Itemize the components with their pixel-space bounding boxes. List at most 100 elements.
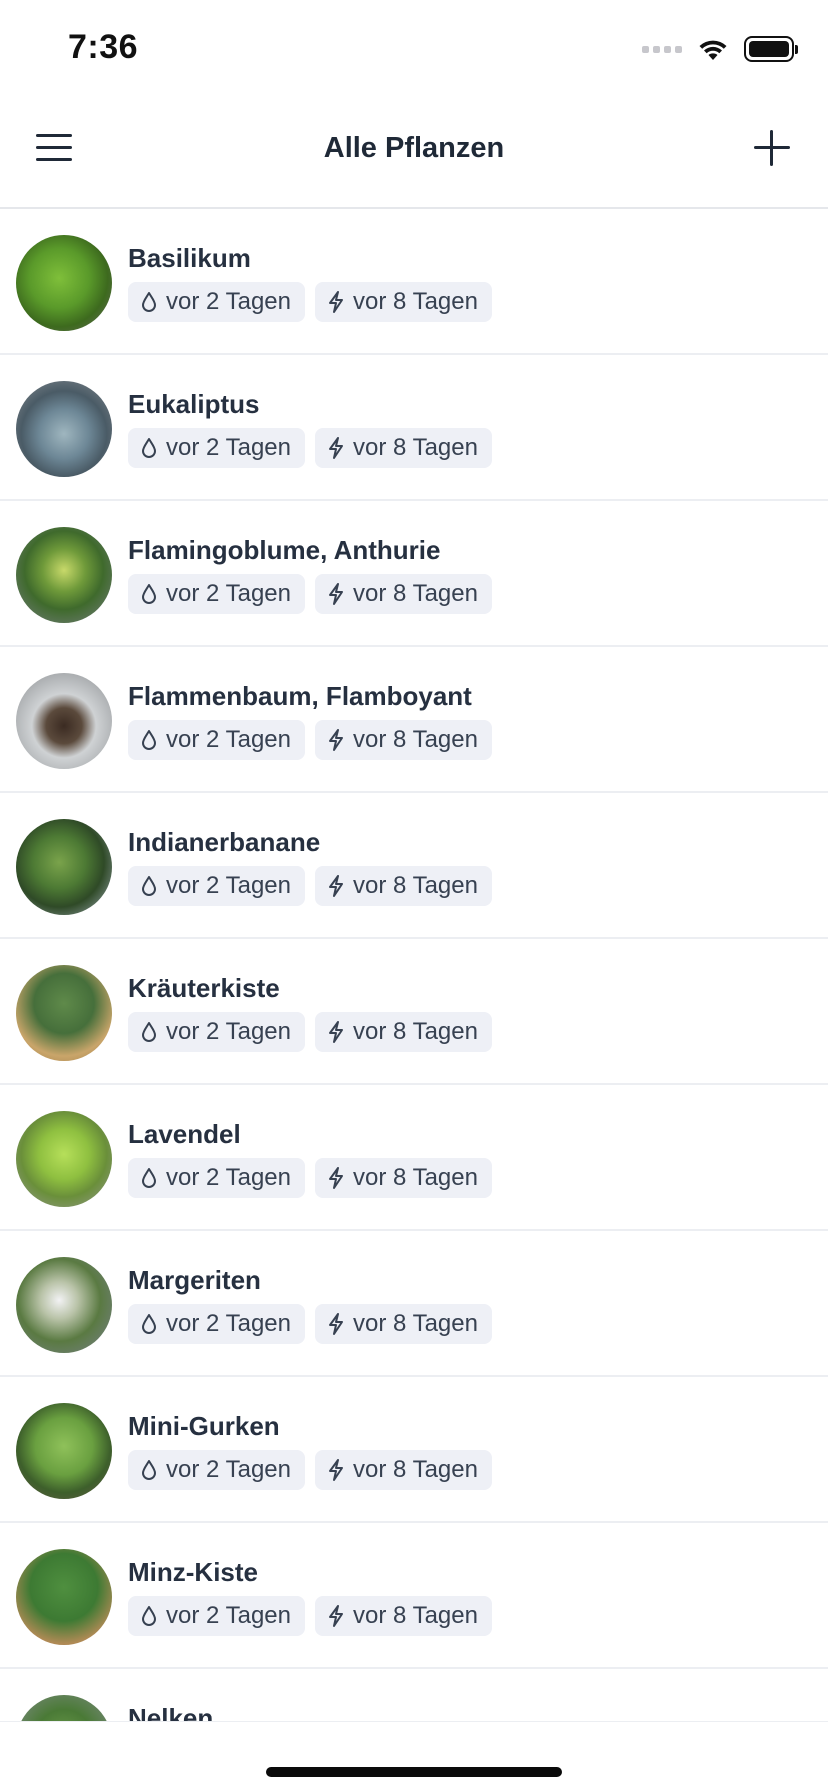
fertilized-badge: vor 8 Tagen: [314, 720, 492, 760]
watered-badge: vor 2 Tagen: [128, 720, 305, 760]
fertilized-label: vor 8 Tagen: [352, 434, 478, 461]
plant-photo: [16, 819, 112, 915]
fertilized-badge: vor 8 Tagen: [314, 1012, 492, 1052]
watered-badge: vor 2 Tagen: [128, 866, 305, 906]
plant-row[interactable]: Indianerbanane vor 2 Tagen vor 8 Tagen: [0, 793, 828, 939]
plant-badges: vor 2 Tagen vor 8 Tagen: [128, 574, 492, 614]
plant-row[interactable]: Kräuterkiste vor 2 Tagen vor 8 Tagen: [0, 939, 828, 1085]
lightning-bolt-icon: [328, 729, 343, 751]
plant-name: Flammenbaum, Flamboyant: [128, 681, 472, 711]
plant-photo: [16, 673, 112, 769]
water-drop-icon: [142, 438, 156, 458]
lightning-bolt-icon: [328, 1313, 343, 1335]
plant-badges: vor 2 Tagen vor 8 Tagen: [128, 1012, 492, 1052]
page-title: Alle Pflanzen: [323, 132, 505, 164]
plant-name: Nelken: [128, 1703, 214, 1721]
plant-row[interactable]: Eukaliptus vor 2 Tagen vor 8 Tagen: [0, 355, 828, 501]
fertilized-label: vor 8 Tagen: [352, 1456, 478, 1483]
battery-icon: [744, 36, 798, 62]
plant-name: Basilikum: [128, 243, 251, 273]
plant-photo: [16, 235, 112, 331]
home-indicator[interactable]: [266, 1767, 562, 1777]
plant-row[interactable]: Flamingoblume, Anthurie vor 2 Tagen vor 8 …: [0, 501, 828, 647]
plant-name: Lavendel: [128, 1119, 241, 1149]
water-drop-icon: [142, 1606, 156, 1626]
fertilized-label: vor 8 Tagen: [352, 872, 478, 899]
plus-icon[interactable]: [754, 130, 790, 166]
fertilized-label: vor 8 Tagen: [352, 1164, 478, 1191]
watered-badge: vor 2 Tagen: [128, 574, 305, 614]
fertilized-label: vor 8 Tagen: [352, 580, 478, 607]
plant-name: Eukaliptus: [128, 389, 260, 419]
lightning-bolt-icon: [328, 875, 343, 897]
status-time: 7:36: [68, 28, 139, 66]
watered-label: vor 2 Tagen: [166, 288, 291, 315]
plant-badges: vor 2 Tagen vor 8 Tagen: [128, 720, 492, 760]
home-bar-area: [0, 1721, 828, 1792]
plant-row[interactable]: Margeriten vor 2 Tagen vor 8 Tagen: [0, 1231, 828, 1377]
plant-photo: [16, 381, 112, 477]
plant-badges: vor 2 Tagen vor 8 Tagen: [128, 1304, 492, 1344]
fertilized-label: vor 8 Tagen: [352, 288, 478, 315]
plant-row[interactable]: Mini-Gurken vor 2 Tagen vor 8 Tagen: [0, 1377, 828, 1523]
fertilized-label: vor 8 Tagen: [352, 1310, 478, 1337]
watered-badge: vor 2 Tagen: [128, 1450, 305, 1490]
watered-badge: vor 2 Tagen: [128, 282, 305, 322]
fertilized-badge: vor 8 Tagen: [314, 1158, 492, 1198]
water-drop-icon: [142, 584, 156, 604]
watered-label: vor 2 Tagen: [166, 1310, 291, 1337]
watered-badge: vor 2 Tagen: [128, 1012, 305, 1052]
water-drop-icon: [142, 292, 156, 312]
wifi-icon: [699, 40, 727, 60]
watered-label: vor 2 Tagen: [166, 580, 291, 607]
plant-name: Kräuterkiste: [128, 973, 280, 1003]
water-drop-icon: [142, 876, 156, 896]
fertilized-badge: vor 8 Tagen: [314, 574, 492, 614]
watered-badge: vor 2 Tagen: [128, 428, 305, 468]
plant-photo: [16, 1111, 112, 1207]
plant-badges: vor 2 Tagen vor 8 Tagen: [128, 1596, 492, 1636]
plant-photo: [16, 527, 112, 623]
plant-photo: [16, 1403, 112, 1499]
status-icons: [642, 36, 798, 62]
plant-row[interactable]: Minz-Kiste vor 2 Tagen vor 8 Tagen: [0, 1523, 828, 1669]
navigation-bar: Alle Pflanzen: [0, 96, 828, 209]
watered-label: vor 2 Tagen: [166, 1456, 291, 1483]
plant-name: Minz-Kiste: [128, 1557, 258, 1587]
cellular-signal-icon: [642, 45, 682, 53]
watered-badge: vor 2 Tagen: [128, 1158, 305, 1198]
plant-row[interactable]: Flammenbaum, Flamboyant vor 2 Tagen vor 8 …: [0, 647, 828, 793]
lightning-bolt-icon: [328, 1605, 343, 1627]
plant-photo: [16, 965, 112, 1061]
watered-label: vor 2 Tagen: [166, 1018, 291, 1045]
lightning-bolt-icon: [328, 583, 343, 605]
watered-label: vor 2 Tagen: [166, 1164, 291, 1191]
fertilized-badge: vor 8 Tagen: [314, 1304, 492, 1344]
lightning-bolt-icon: [328, 437, 343, 459]
plant-badges: vor 2 Tagen vor 8 Tagen: [128, 866, 492, 906]
plant-row[interactable]: Nelkenvor 2 Tagenvor 8 Tagen: [0, 1669, 828, 1721]
fertilized-badge: vor 8 Tagen: [314, 1450, 492, 1490]
watered-label: vor 2 Tagen: [166, 726, 291, 753]
water-drop-icon: [142, 1168, 156, 1188]
fertilized-badge: vor 8 Tagen: [314, 428, 492, 468]
plant-name: Indianerbanane: [128, 827, 321, 857]
lightning-bolt-icon: [328, 1021, 343, 1043]
plant-row[interactable]: Basilikum vor 2 Tagen vor 8 Tagen: [0, 209, 828, 355]
plant-badges: vor 2 Tagen vor 8 Tagen: [128, 282, 492, 322]
watered-label: vor 2 Tagen: [166, 1602, 291, 1629]
plant-photo: [16, 1549, 112, 1645]
water-drop-icon: [142, 730, 156, 750]
fertilized-badge: vor 8 Tagen: [314, 282, 492, 322]
status-bar: 7:36: [0, 0, 828, 96]
water-drop-icon: [142, 1022, 156, 1042]
plant-row[interactable]: Lavendel vor 2 Tagen vor 8 Tagen: [0, 1085, 828, 1231]
water-drop-icon: [142, 1460, 156, 1480]
fertilized-label: vor 8 Tagen: [352, 1602, 478, 1629]
lightning-bolt-icon: [328, 1459, 343, 1481]
plant-photo: [16, 1695, 112, 1721]
plant-badges: vor 2 Tagen vor 8 Tagen: [128, 1450, 492, 1490]
plant-photo: [16, 1257, 112, 1353]
fertilized-label: vor 8 Tagen: [352, 1018, 478, 1045]
plant-list[interactable]: Basilikum vor 2 Tagen vor 8 Tagen Eukaliptu…: [0, 209, 828, 1721]
